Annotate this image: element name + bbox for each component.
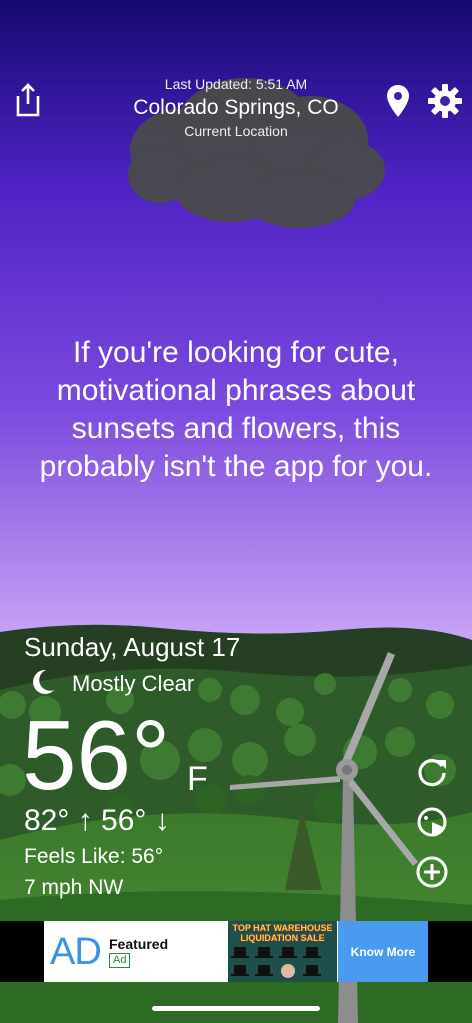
refresh-icon[interactable]: [415, 754, 449, 788]
condition-label: Mostly Clear: [72, 671, 195, 696]
top-hat-grid-graphic: [231, 947, 321, 978]
date-label: Sunday, August 17: [24, 632, 241, 662]
ad-tag: Ad: [109, 953, 131, 968]
ad-image-title: TOP HAT WAREHOUSE LIQUIDATION SALE: [232, 923, 333, 943]
current-location-label: Current Location: [184, 123, 288, 139]
moon-icon: [33, 669, 54, 694]
ad-featured-label: Featured: [109, 936, 169, 952]
radar-icon[interactable]: [415, 805, 449, 839]
add-icon[interactable]: [415, 855, 449, 889]
know-more-button[interactable]: Know More: [338, 921, 428, 982]
temperature: 56°: [22, 700, 171, 810]
ad-logo: AD: [50, 931, 102, 973]
city-name[interactable]: Colorado Springs, CO: [0, 96, 472, 120]
feels-like: Feels Like: 56°: [24, 845, 164, 868]
snarky-phrase: If you're looking for cute, motivational…: [39, 336, 433, 483]
home-indicator[interactable]: [152, 1006, 320, 1011]
weather-scene-background: [0, 0, 472, 1023]
ad-image[interactable]: TOP HAT WAREHOUSE LIQUIDATION SALE: [228, 921, 337, 982]
last-updated-label: Last Updated: 5:51 AM: [164, 76, 308, 92]
high-low: 82° ↑ 56° ↓: [24, 804, 170, 837]
wind-speed: 7 mph NW: [24, 876, 124, 899]
temperature-unit[interactable]: F: [187, 760, 208, 799]
